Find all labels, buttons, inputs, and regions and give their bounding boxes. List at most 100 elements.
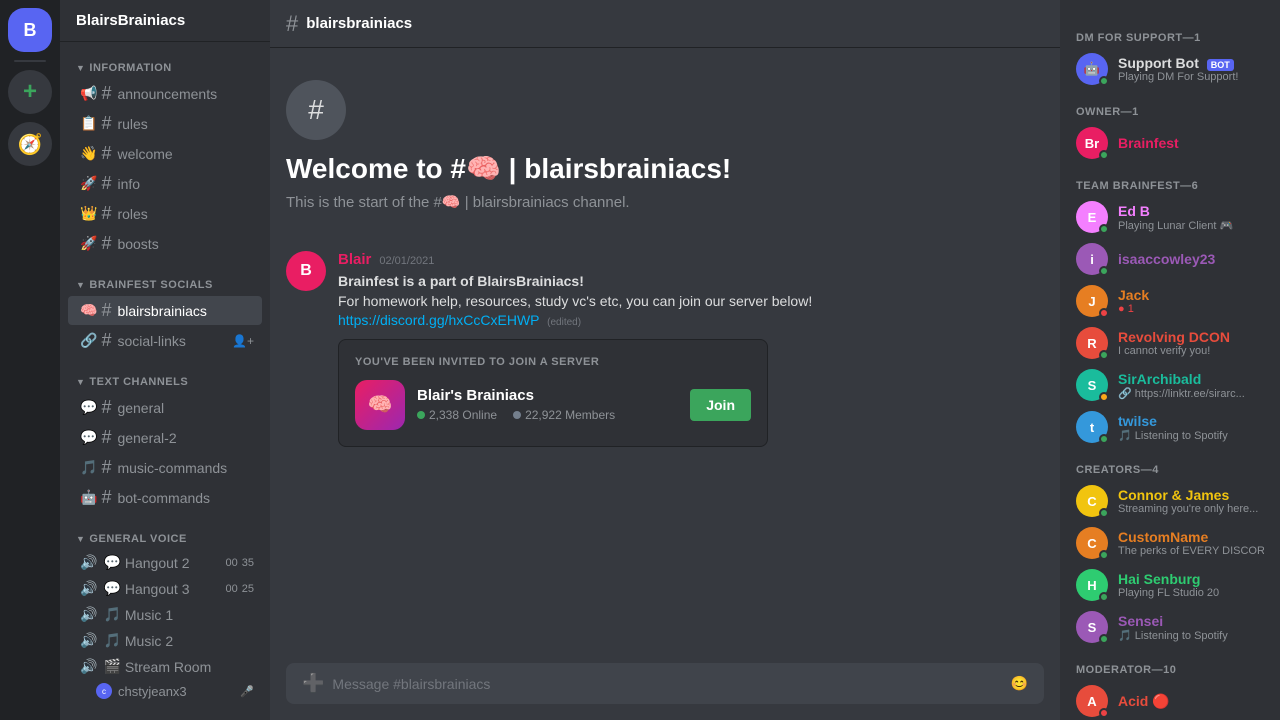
member-item-sensei[interactable]: S Sensei 🎵 Listening to Spotify <box>1068 607 1272 647</box>
channel-item-general-2[interactable]: 💬 # general-2 <box>68 423 262 452</box>
channel-group-header-text[interactable]: ▼ Text Channels <box>60 372 270 392</box>
voice-channel-music-1[interactable]: 🔊 🎵 Music 1 <box>68 602 262 627</box>
chat-body: # Welcome to #🧠 | blairsbrainiacs! This … <box>270 48 1060 663</box>
member-item-customname[interactable]: C CustomName The perks of EVERY DISCORD.… <box>1068 523 1272 563</box>
member-name-sirchibald: SirArchibald <box>1118 371 1264 387</box>
hash-icon: # <box>101 300 111 321</box>
channel-emoji-blairsbrainiacs: 🧠 <box>80 302 97 319</box>
channel-emoji-general-2: 💬 <box>80 429 97 446</box>
voice-icon: 🔊 <box>80 606 97 623</box>
channel-emoji-stream-room: 🎬 <box>103 658 120 675</box>
voice-channel-hangout-3[interactable]: 🔊 💬 Hangout 3 00 25 <box>68 576 262 601</box>
member-avatar-jack: J <box>1076 285 1108 317</box>
channel-item-social-links[interactable]: 🔗 # social-links 👤+ <box>68 326 262 355</box>
member-info-ed-b: Ed B Playing Lunar Client 🎮 <box>1118 203 1264 232</box>
member-avatar-sensei: S <box>1076 611 1108 643</box>
voice-user-mute-icon: 🎤 <box>240 685 254 698</box>
channel-item-bot-commands[interactable]: 🤖 # bot-commands <box>68 483 262 512</box>
channel-group-header-information[interactable]: ▼ Information <box>60 58 270 78</box>
channel-item-announcements[interactable]: 📢 # announcements <box>68 79 262 108</box>
member-item-isaac[interactable]: i isaaccowley23 <box>1068 239 1272 279</box>
server-bar: B + 🧭 <box>0 0 60 720</box>
channel-emoji-info: 🚀 <box>80 175 97 192</box>
welcome-title: Welcome to #🧠 | blairsbrainiacs! <box>286 152 731 185</box>
member-item-hai-senburg[interactable]: H Hai Senburg Playing FL Studio 20 <box>1068 565 1272 605</box>
member-avatar-isaac: i <box>1076 243 1108 275</box>
status-dot-isaac <box>1099 266 1109 276</box>
voice-count1: 00 <box>226 557 238 569</box>
invite-label: You've been invited to join a server <box>355 356 751 368</box>
chat-channel-title: blairsbrainiacs <box>306 15 412 32</box>
channel-item-roles[interactable]: 👑 # roles <box>68 199 262 228</box>
member-item-twilse[interactable]: t twilse 🎵 Listening to Spotify <box>1068 407 1272 447</box>
server-name[interactable]: BlairsBrainiacs <box>60 0 270 42</box>
member-item-brainfest[interactable]: Br Brainfest <box>1068 123 1272 163</box>
voice-channel-hangout-2[interactable]: 🔊 💬 Hangout 2 00 35 <box>68 550 262 575</box>
member-avatar-hai-senburg: H <box>1076 569 1108 601</box>
channel-group-label-brainfest-socials: Brainfest Socials <box>89 279 212 291</box>
member-name-customname: CustomName <box>1118 529 1264 545</box>
invite-join-button[interactable]: Join <box>690 389 751 421</box>
voice-count2: 35 <box>242 557 254 569</box>
member-item-jack[interactable]: J Jack ● 1 <box>1068 281 1272 321</box>
channel-name-rules: rules <box>117 116 254 132</box>
channel-hash-icon: # <box>286 11 298 37</box>
channel-item-boosts[interactable]: 🚀 # boosts <box>68 229 262 258</box>
member-name-brainfest: Brainfest <box>1118 135 1264 151</box>
chat-header: # blairsbrainiacs <box>270 0 1060 48</box>
members-section-team-brainfest: TEAM BRAINFEST—6 <box>1068 172 1272 196</box>
member-avatar-acid: A <box>1076 685 1108 717</box>
channel-emoji-general: 💬 <box>80 399 97 416</box>
members-section-creators: CREATORS—4 <box>1068 456 1272 480</box>
server-icon-main[interactable]: B <box>8 8 52 52</box>
member-name-isaac: isaaccowley23 <box>1118 251 1264 267</box>
member-item-revolving[interactable]: R Revolving DCON I cannot verify you! <box>1068 323 1272 363</box>
member-info-brainfest: Brainfest <box>1118 135 1264 151</box>
channel-name-general-2: general-2 <box>117 430 254 446</box>
channel-item-general[interactable]: 💬 # general <box>68 393 262 422</box>
chevron-icon: ▼ <box>76 534 85 544</box>
message-author-blair[interactable]: Blair <box>338 251 371 268</box>
members-sidebar: DM FOR SUPPORT—1 🤖 Support Bot BOT Playi… <box>1060 0 1280 720</box>
channel-item-music-commands[interactable]: 🎵 # music-commands <box>68 453 262 482</box>
channel-sidebar: BlairsBrainiacs ▼ Information 📢 # announ… <box>60 0 270 720</box>
channel-group-label-voice: General Voice <box>89 533 186 545</box>
message-content-blair: Blair 02/01/2021 Brainfest is a part of … <box>338 251 1044 447</box>
member-item-acid[interactable]: A Acid 🔴 <box>1068 681 1272 720</box>
message-header-blair: Blair 02/01/2021 <box>338 251 1044 268</box>
offline-dot-icon <box>513 411 521 419</box>
member-item-connor-james[interactable]: C Connor & James Streaming you're only h… <box>1068 481 1272 521</box>
channel-group-header-brainfest-socials[interactable]: ▼ Brainfest Socials <box>60 275 270 295</box>
message-bold-brainfest: Brainfest is a part of BlairsBrainiacs! <box>338 273 584 289</box>
voice-channel-music-2[interactable]: 🔊 🎵 Music 2 <box>68 628 262 653</box>
member-avatar-twilse: t <box>1076 411 1108 443</box>
add-server-button[interactable]: + <box>8 70 52 114</box>
member-info-connor-james: Connor & James Streaming you're only her… <box>1118 487 1264 515</box>
voice-channel-name-music-1: Music 1 <box>125 607 254 623</box>
welcome-subtitle: This is the start of the #🧠 | blairsbrai… <box>286 193 630 211</box>
explore-servers-button[interactable]: 🧭 <box>8 122 52 166</box>
message-link-blair[interactable]: https://discord.gg/hxCcCxEHWP <box>338 312 539 328</box>
voice-channel-stream-room[interactable]: 🔊 🎬 Stream Room <box>68 654 262 679</box>
voice-user-chstyjeanx3[interactable]: c chstyjeanx3 🎤 <box>68 680 262 702</box>
member-item-support-bot[interactable]: 🤖 Support Bot BOT Playing DM For Support… <box>1068 49 1272 89</box>
channel-name-blairsbrainiacs: blairsbrainiacs <box>117 303 254 319</box>
channel-emoji-music1: 🎵 <box>103 606 120 623</box>
emoji-icon[interactable]: 😊 <box>1011 675 1028 692</box>
status-dot-acid <box>1099 708 1109 718</box>
channel-item-welcome[interactable]: 👋 # welcome <box>68 139 262 168</box>
member-info-support-bot: Support Bot BOT Playing DM For Support! <box>1118 55 1264 83</box>
channel-item-blairsbrainiacs[interactable]: 🧠 # blairsbrainiacs <box>68 296 262 325</box>
channel-group-header-voice[interactable]: ▼ General Voice <box>60 529 270 549</box>
hash-icon: # <box>101 457 111 478</box>
plus-icon[interactable]: ➕ <box>302 673 324 694</box>
channel-item-rules[interactable]: 📋 # rules <box>68 109 262 138</box>
member-status-revolving: I cannot verify you! <box>1118 345 1264 357</box>
hash-icon: # <box>101 83 111 104</box>
member-item-ed-b[interactable]: E Ed B Playing Lunar Client 🎮 <box>1068 197 1272 237</box>
chat-input-field[interactable] <box>332 676 1002 692</box>
message-body-blair: For homework help, resources, study vc's… <box>338 293 812 309</box>
channel-item-info[interactable]: 🚀 # info <box>68 169 262 198</box>
member-item-sirchibald[interactable]: S SirArchibald 🔗 https://linktr.ee/sirar… <box>1068 365 1272 405</box>
member-name-hai-senburg: Hai Senburg <box>1118 571 1264 587</box>
